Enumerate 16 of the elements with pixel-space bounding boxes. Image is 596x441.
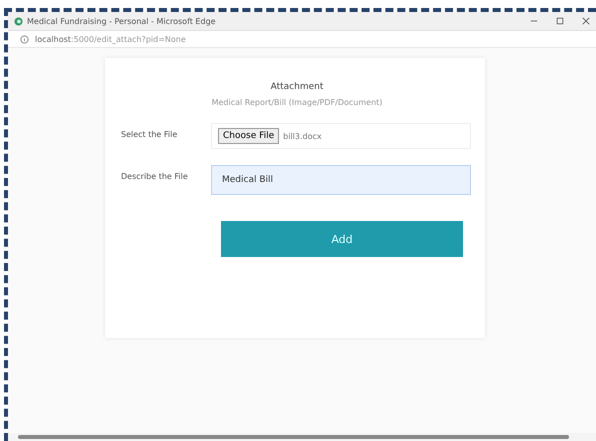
form-subtitle: Medical Report/Bill (Image/PDF/Document) xyxy=(210,98,384,107)
maximize-icon[interactable] xyxy=(556,17,564,25)
description-field[interactable]: Medical Bill xyxy=(211,165,471,195)
url-text: localhost:5000/edit_attach?pid=None xyxy=(35,34,186,44)
choose-file-button[interactable]: Choose File xyxy=(218,128,280,144)
field-label: Describe the File xyxy=(121,171,189,183)
field-label: Select the File xyxy=(121,129,178,141)
close-icon[interactable] xyxy=(582,17,590,25)
window-title: Medical Fundraising - Personal - Microsoft Edge xyxy=(27,16,216,26)
browser-logo-icon xyxy=(14,16,23,26)
form-title: Attachment xyxy=(270,82,324,92)
address-bar[interactable]: localhost:5000/edit_attach?pid=None xyxy=(8,31,596,48)
file-field[interactable]: Choose File bill3.docx xyxy=(211,123,471,149)
horizontal-scrollbar[interactable] xyxy=(8,433,596,441)
info-icon xyxy=(20,34,29,44)
file-name: bill3.docx xyxy=(283,132,322,140)
